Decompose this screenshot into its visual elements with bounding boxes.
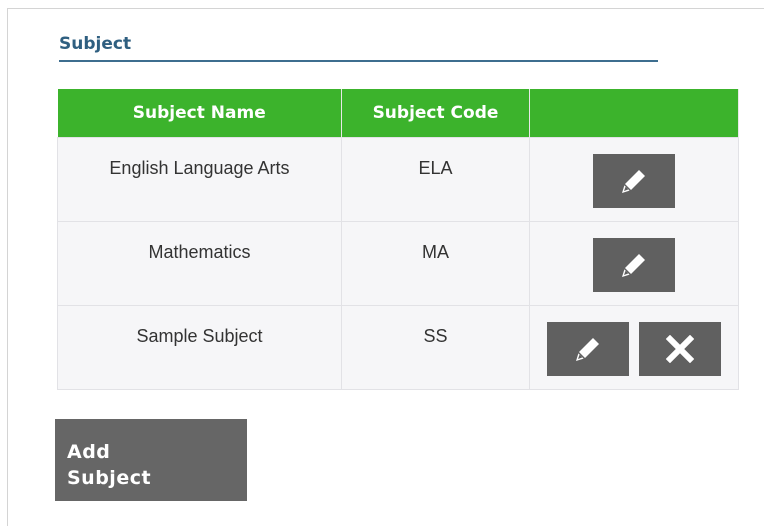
subject-name-cell: Mathematics: [57, 221, 342, 306]
table-row: Mathematics MA: [57, 221, 739, 306]
section-title: Subject: [59, 33, 658, 62]
actions-cell: [529, 305, 739, 390]
pencil-icon: [622, 170, 645, 193]
actions-cell: [529, 221, 739, 306]
table-row: Sample Subject SS: [57, 305, 739, 390]
subject-code: SS: [423, 326, 448, 346]
edit-button[interactable]: [547, 322, 629, 376]
add-subject-button[interactable]: Add Subject: [55, 419, 247, 501]
subject-code-cell: ELA: [341, 137, 530, 222]
table-row: English Language Arts ELA: [57, 137, 739, 222]
column-header-actions: [529, 89, 739, 138]
table-header-row: Subject Name Subject Code: [57, 89, 739, 138]
subject-name: English Language Arts: [109, 158, 290, 178]
add-subject-label-line2: Subject: [67, 467, 152, 489]
pencil-icon: [622, 254, 645, 277]
actions-cell: [529, 137, 739, 222]
edit-button[interactable]: [593, 154, 675, 208]
subject-code-cell: SS: [341, 305, 530, 390]
close-icon: [666, 335, 694, 363]
subject-name: Sample Subject: [136, 326, 263, 346]
subject-name: Mathematics: [148, 242, 251, 262]
subject-name-cell: English Language Arts: [57, 137, 342, 222]
subject-code: MA: [422, 242, 449, 262]
edit-button[interactable]: [593, 238, 675, 292]
column-header-subject-name[interactable]: Subject Name: [57, 89, 342, 138]
subject-code: ELA: [418, 158, 453, 178]
subject-name-cell: Sample Subject: [57, 305, 342, 390]
pencil-icon: [576, 338, 599, 361]
subjects-table: Subject Name Subject Code English Langua…: [57, 89, 739, 390]
delete-button[interactable]: [639, 322, 721, 376]
add-subject-label-line1: Add: [67, 441, 111, 463]
subject-code-cell: MA: [341, 221, 530, 306]
column-header-subject-code[interactable]: Subject Code: [341, 89, 530, 138]
